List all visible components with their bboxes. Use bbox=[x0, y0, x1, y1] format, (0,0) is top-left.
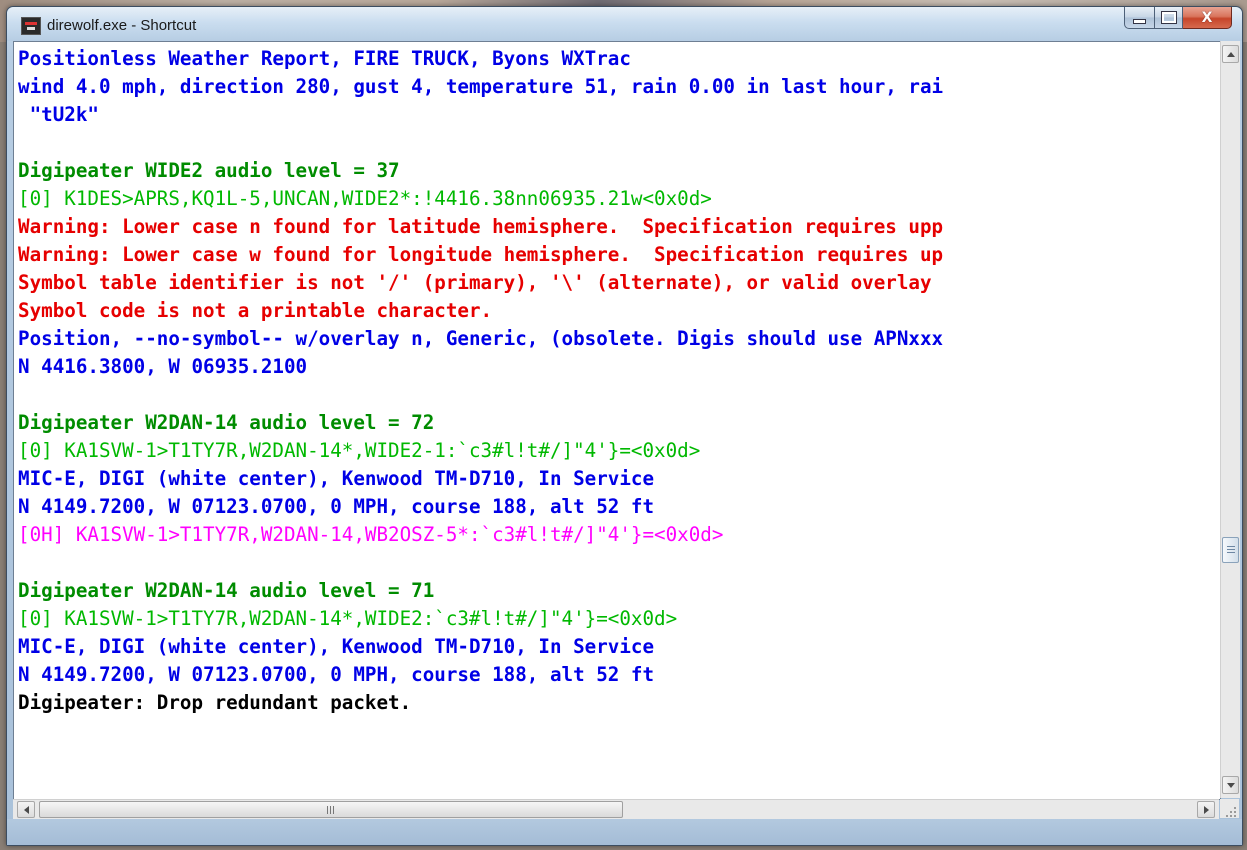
console-line: [0] KA1SVW-1>T1TY7R,W2DAN-14*,WIDE2:`c3#… bbox=[18, 607, 678, 630]
console-line: N 4416.3800, W 06935.2100 bbox=[18, 355, 308, 378]
horizontal-scroll-thumb[interactable] bbox=[39, 801, 623, 818]
arrow-up-icon bbox=[1226, 51, 1235, 57]
grip-line bbox=[1227, 549, 1235, 550]
scroll-left-button[interactable] bbox=[17, 801, 35, 818]
console-line: Warning: Lower case n found for latitude… bbox=[18, 215, 944, 238]
console-line: Digipeater: Drop redundant packet. bbox=[18, 691, 412, 714]
title-bar[interactable]: direwolf.exe - Shortcut X bbox=[7, 7, 1242, 41]
grip-line bbox=[330, 806, 331, 814]
arrow-left-icon bbox=[23, 805, 29, 814]
vertical-scroll-thumb[interactable] bbox=[1222, 537, 1239, 563]
scroll-right-button[interactable] bbox=[1197, 801, 1215, 818]
console-output[interactable]: Positionless Weather Report, FIRE TRUCK,… bbox=[13, 41, 1221, 800]
grip-line bbox=[333, 806, 334, 814]
console-line: Symbol code is not a printable character… bbox=[18, 299, 493, 322]
minimize-button[interactable] bbox=[1124, 7, 1155, 29]
console-line: "tU2k" bbox=[18, 103, 99, 126]
console-line: N 4149.7200, W 07123.0700, 0 MPH, course… bbox=[18, 495, 655, 518]
horizontal-scrollbar[interactable] bbox=[13, 799, 1219, 819]
maximize-icon bbox=[1160, 11, 1177, 24]
minimize-icon bbox=[1133, 18, 1146, 24]
grip-line bbox=[1227, 546, 1235, 547]
console-line: N 4149.7200, W 07123.0700, 0 MPH, course… bbox=[18, 663, 655, 686]
console-line: [0] K1DES>APRS,KQ1L-5,UNCAN,WIDE2*:!4416… bbox=[18, 187, 712, 210]
console-line: Warning: Lower case w found for longitud… bbox=[18, 243, 944, 266]
scroll-down-button[interactable] bbox=[1222, 776, 1239, 794]
grip-line bbox=[1227, 552, 1235, 553]
close-button[interactable]: X bbox=[1183, 7, 1232, 29]
console-line: Positionless Weather Report, FIRE TRUCK,… bbox=[18, 47, 631, 70]
console-line: [0] KA1SVW-1>T1TY7R,W2DAN-14*,WIDE2-1:`c… bbox=[18, 439, 701, 462]
arrow-down-icon bbox=[1226, 782, 1235, 788]
console-line: Symbol table identifier is not '/' (prim… bbox=[18, 271, 932, 294]
resize-grip[interactable] bbox=[1220, 799, 1239, 818]
console-line: MIC-E, DIGI (white center), Kenwood TM-D… bbox=[18, 467, 655, 490]
window-title: direwolf.exe - Shortcut bbox=[47, 17, 197, 34]
close-icon: X bbox=[1201, 9, 1213, 26]
grip-line bbox=[327, 806, 328, 814]
console-line: Position, --no-symbol-- w/overlay n, Gen… bbox=[18, 327, 944, 350]
console-line: Digipeater W2DAN-14 audio level = 72 bbox=[18, 411, 435, 434]
window-frame-bottom bbox=[7, 819, 1242, 845]
console-window: direwolf.exe - Shortcut X Positionless W… bbox=[6, 6, 1243, 846]
app-icon[interactable] bbox=[21, 17, 41, 35]
arrow-right-icon bbox=[1203, 805, 1209, 814]
console-line: Digipeater WIDE2 audio level = 37 bbox=[18, 159, 400, 182]
scroll-up-button[interactable] bbox=[1222, 45, 1239, 63]
console-line: wind 4.0 mph, direction 280, gust 4, tem… bbox=[18, 75, 944, 98]
vertical-scrollbar[interactable] bbox=[1220, 41, 1240, 798]
maximize-button[interactable] bbox=[1155, 7, 1183, 29]
console-line: MIC-E, DIGI (white center), Kenwood TM-D… bbox=[18, 635, 655, 658]
console-line: Digipeater W2DAN-14 audio level = 71 bbox=[18, 579, 435, 602]
caption-buttons: X bbox=[1124, 7, 1232, 29]
console-line: [0H] KA1SVW-1>T1TY7R,W2DAN-14,WB2OSZ-5*:… bbox=[18, 523, 724, 546]
